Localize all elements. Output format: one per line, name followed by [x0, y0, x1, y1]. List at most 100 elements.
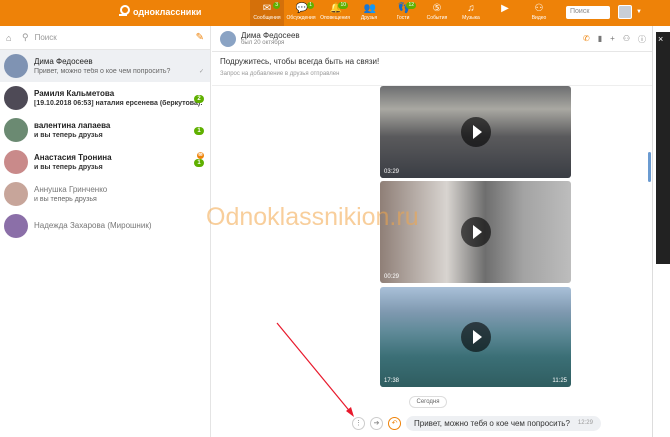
ok-logo[interactable]: одноклассники [118, 5, 201, 19]
video-message[interactable]: 00:29 [380, 181, 571, 283]
chat-list-header: ⌂ ⚲ Поиск ✎ [0, 26, 210, 50]
chat-name: Анастасия Тронина [34, 153, 112, 162]
play-icon[interactable] [460, 117, 491, 147]
chat-list-item[interactable]: валентина лапаева и вы теперь друзья 1 [0, 114, 210, 146]
message-time: 11:25 [552, 378, 567, 384]
chat-list: Дима Федосеев Привет, можно тебя о кое че… [0, 50, 210, 242]
avatar [4, 54, 28, 78]
nav-count: 1 [307, 2, 314, 9]
add-user-icon[interactable]: + [610, 34, 615, 45]
chat-preview: и вы теперь друзья [34, 164, 103, 171]
user-avatar[interactable] [618, 5, 632, 19]
nav-label: События [426, 15, 448, 21]
top-bar: одноклассники ✉ 3 Сообщения 💬 1 Обсужден… [0, 0, 670, 26]
discussion-icon: 💬 [295, 3, 308, 14]
invite-text: Подружитесь, чтобы всегда быть на связи! [220, 57, 380, 66]
online-indicator-icon: ✉ [197, 152, 204, 159]
top-search-input[interactable]: Поиск [566, 6, 610, 19]
video-duration: 17:38 [384, 378, 400, 384]
music-icon: ♫ [467, 3, 475, 14]
compose-icon[interactable]: ✎ [196, 32, 204, 43]
avatar [4, 182, 28, 206]
info-icon[interactable]: ⓘ [638, 34, 646, 45]
video-icon: ▶ [501, 3, 509, 14]
chat-search-input[interactable]: Поиск [35, 33, 190, 42]
nav-count: 3 [273, 2, 280, 9]
chat-title[interactable]: Дима Федосеев [241, 31, 300, 40]
chat-header: Дима Федосеев был 20 октября ✆ ▮ + ⚇ ⓘ [212, 26, 652, 52]
more-options-icon[interactable]: ⋮ [352, 416, 365, 430]
avatar[interactable] [220, 30, 236, 47]
chat-preview: и вы теперь друзья [34, 132, 103, 139]
chat-list-item[interactable]: Аннушка Гринченко и вы теперь друзья [0, 178, 210, 210]
message-row: ⋮ ➔ ↶ Привет, можно тебя о кое чем попро… [352, 415, 601, 431]
nav-video-play[interactable]: ▶ [488, 0, 522, 26]
group-icon[interactable]: ⚇ [623, 34, 630, 45]
chat-item-text: Дима Федосеев Привет, можно тебя о кое че… [34, 57, 206, 75]
nav-discussions[interactable]: 💬 1 Обсуждения [284, 0, 318, 26]
video-message[interactable]: 03:29 [380, 86, 571, 178]
message-time: 12:29 [577, 420, 593, 426]
chat-item-text: Аннушка Гринченко и вы теперь друзья [34, 185, 206, 203]
message-text: Привет, можно тебя о кое чем попросить? [414, 418, 570, 428]
nav-count: 10 [338, 2, 348, 9]
forward-icon[interactable]: ➔ [370, 416, 383, 430]
chat-item-text: Рамиля Кальметова [19.10.2018 06:53] ната… [34, 89, 206, 107]
chat-preview: Привет, можно тебя о кое чем попросить? [34, 68, 171, 75]
chat-preview: и вы теперь друзья [34, 196, 97, 203]
nav-label: Обсуждения [286, 15, 316, 21]
last-seen: был 20 октября [241, 40, 285, 46]
chat-item-text: валентина лапаева и вы теперь друзья [34, 121, 206, 139]
video-call-icon[interactable]: ▮ [598, 34, 602, 45]
invite-status: Запрос на добавление в друзья отправлен [220, 71, 340, 77]
chat-list-item[interactable]: Надежда Захарова (Мирошник) [0, 210, 210, 242]
reply-icon[interactable]: ↶ [388, 416, 401, 430]
video-duration: 00:29 [384, 274, 400, 280]
scrollbar[interactable] [648, 152, 651, 182]
chat-name: Надежда Захарова (Мирошник) [34, 220, 152, 230]
ok-logo-icon [118, 5, 130, 19]
nav-video[interactable]: ⚇ Видео [522, 0, 556, 26]
chat-item-text: Надежда Захарова (Мирошник) [34, 221, 206, 232]
chat-list-item[interactable]: Дима Федосеев Привет, можно тебя о кое че… [0, 50, 210, 82]
nav-label: Видео [531, 15, 547, 21]
close-icon[interactable]: × [658, 34, 663, 44]
video-message[interactable]: 17:38 11:25 [380, 287, 571, 387]
unread-badge: 1 [194, 127, 204, 135]
home-icon[interactable]: ⌂ [6, 33, 16, 43]
nav-guests[interactable]: 👣 12 Гости [386, 0, 420, 26]
nav-label: Сообщения [253, 15, 281, 21]
chat-list-item[interactable]: Анастасия Тронина и вы теперь друзья 1 ✉ [0, 146, 210, 178]
nav-events[interactable]: ⑤ События [420, 0, 454, 26]
avatar [4, 86, 28, 110]
friend-invite-banner: Подружитесь, чтобы всегда быть на связи!… [212, 53, 652, 86]
nav-notifications[interactable]: 🔔 10 Оповещения [318, 0, 352, 26]
date-separator: Сегодня [409, 396, 447, 408]
chat-name: Дима Федосеев [34, 57, 93, 66]
chat-item-text: Анастасия Тронина и вы теперь друзья [34, 153, 206, 171]
watermark: Odnoklassnikion.ru [206, 203, 419, 231]
nav-label: Гости [396, 15, 410, 21]
unread-badge: 2 [194, 95, 204, 103]
nav-friends[interactable]: 👥 Друзья [352, 0, 386, 26]
envelope-icon: ✉ [262, 3, 272, 14]
nav-label: Оповещения [320, 15, 350, 21]
avatar [4, 214, 28, 238]
chat-list-item[interactable]: Рамиля Кальметова [19.10.2018 06:53] ната… [0, 82, 210, 114]
read-check-icon: ✓ [198, 69, 204, 75]
logo-text: одноклассники [133, 7, 202, 17]
nav-count: 12 [406, 2, 416, 9]
message-bubble[interactable]: Привет, можно тебя о кое чем попросить? … [406, 415, 601, 431]
chevron-down-icon[interactable]: ▼ [636, 9, 642, 15]
nav-messages[interactable]: ✉ 3 Сообщения [250, 0, 284, 26]
play-icon[interactable] [460, 217, 491, 247]
chat-name: Рамиля Кальметова [34, 89, 115, 98]
chat-actions: ✆ ▮ + ⚇ ⓘ [583, 34, 646, 45]
right-overlay [656, 32, 670, 264]
avatar [4, 150, 28, 174]
chat-name: Аннушка Гринченко [34, 185, 108, 194]
play-icon[interactable] [460, 322, 491, 352]
chat-preview: [19.10.2018 06:53] наталия ерсенева (бер… [34, 100, 203, 107]
phone-icon[interactable]: ✆ [583, 34, 590, 45]
nav-music[interactable]: ♫ Музыка [454, 0, 488, 26]
